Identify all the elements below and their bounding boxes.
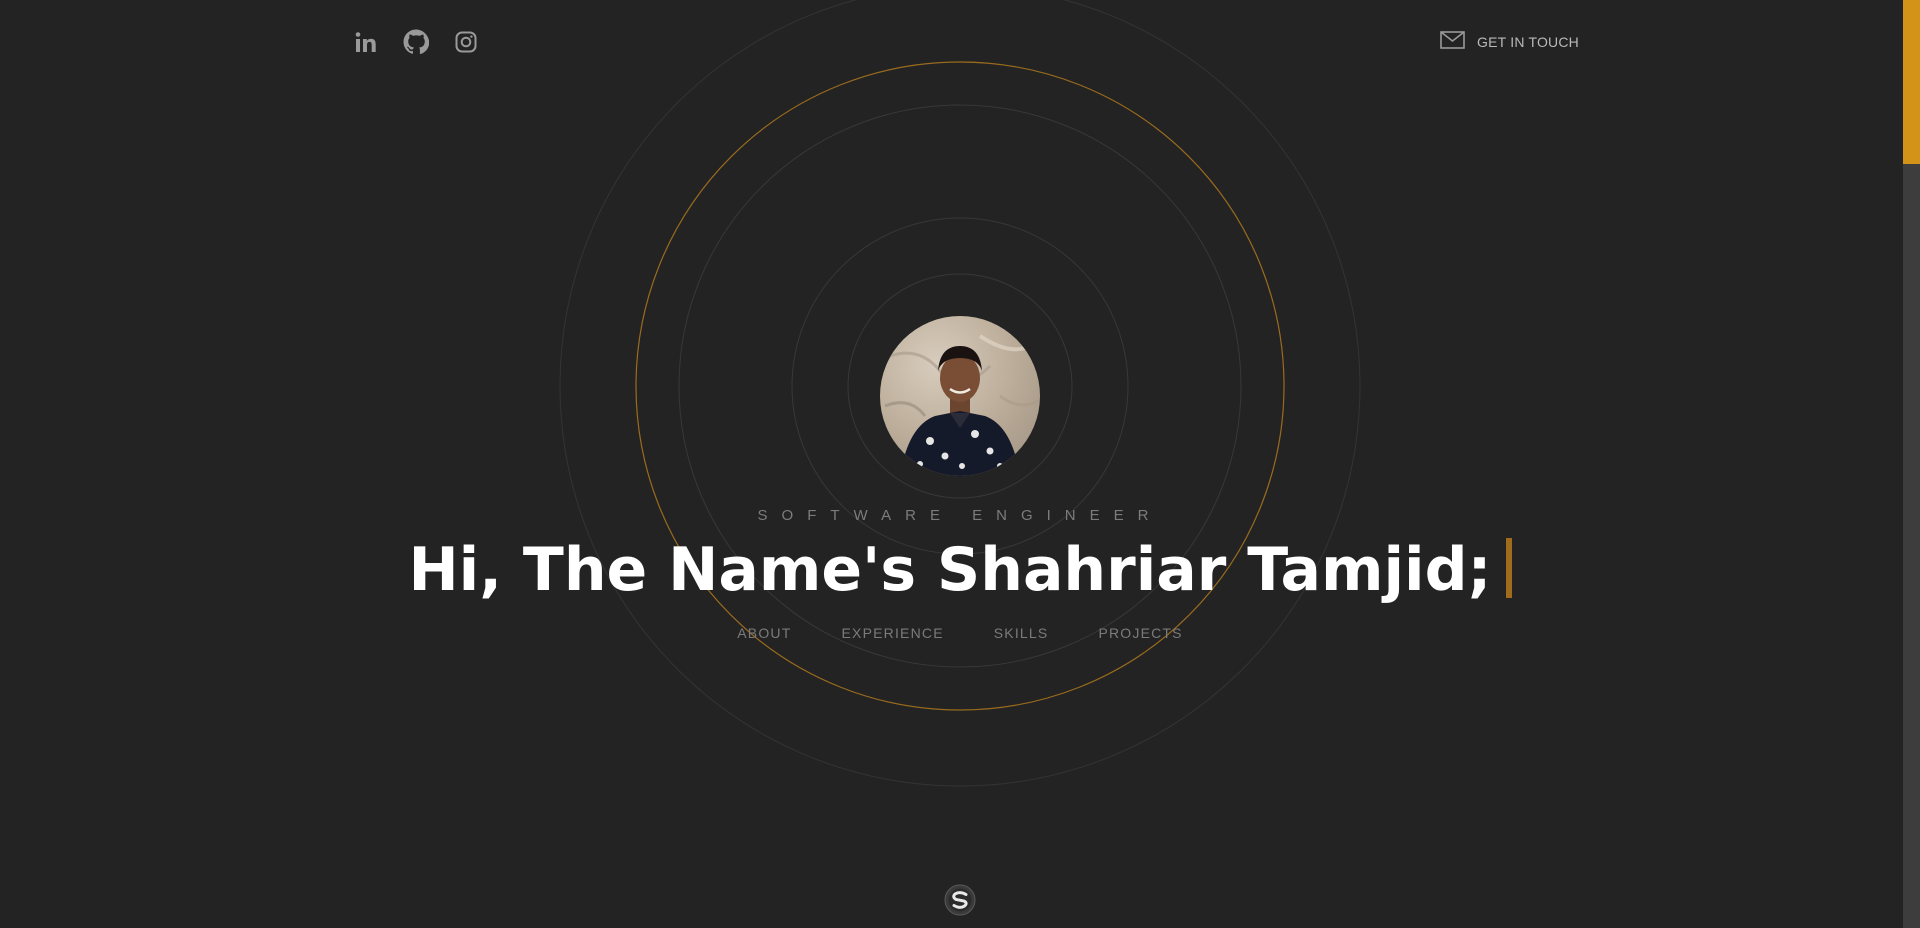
nav-about[interactable]: ABOUT	[737, 625, 791, 641]
get-in-touch-label: GET IN TOUCH	[1477, 34, 1579, 50]
linkedin-link[interactable]	[352, 28, 380, 56]
github-icon	[403, 29, 429, 55]
page-scrollbar[interactable]	[1903, 0, 1920, 928]
instagram-icon	[454, 30, 478, 54]
site-logo-icon[interactable]	[944, 884, 976, 916]
github-link[interactable]	[402, 28, 430, 56]
profile-photo	[880, 316, 1040, 476]
nav-experience[interactable]: EXPERIENCE	[842, 625, 944, 641]
section-nav: ABOUT EXPERIENCE SKILLS PROJECTS	[0, 625, 1920, 641]
typing-cursor	[1505, 538, 1512, 598]
role-subtitle: SOFTWARE ENGINEER	[757, 507, 1163, 524]
scrollbar-thumb[interactable]	[1903, 0, 1920, 164]
nav-skills[interactable]: SKILLS	[994, 625, 1049, 641]
hero-headline: Hi, The Name's Shahriar Tamjid;	[0, 532, 1920, 608]
page: GET IN TOUCH SOFTWARE ENGINEER Hi, The N…	[0, 0, 1920, 928]
linkedin-icon	[354, 30, 378, 54]
hero-headline-text: Hi, The Name's Shahriar Tamjid;	[408, 535, 1492, 605]
social-links	[352, 28, 480, 56]
nav-projects[interactable]: PROJECTS	[1098, 625, 1182, 641]
mail-icon	[1440, 31, 1465, 53]
instagram-link[interactable]	[452, 28, 480, 56]
get-in-touch-link[interactable]: GET IN TOUCH	[1440, 31, 1579, 53]
